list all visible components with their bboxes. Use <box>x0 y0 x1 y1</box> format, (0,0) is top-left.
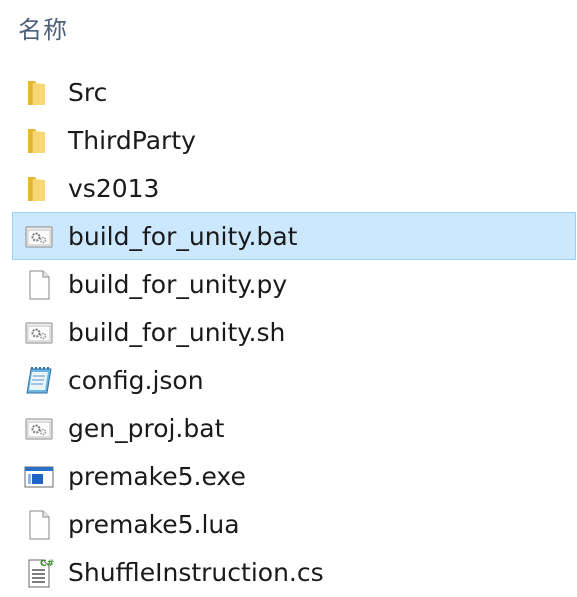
file-row-shuffleinstruction-cs[interactable]: C# ShuffleInstruction.cs <box>12 548 576 596</box>
file-name: ThirdParty <box>68 126 196 155</box>
file-row-vs2013[interactable]: vs2013 <box>12 164 576 212</box>
column-header: 名称 ^ <box>0 0 577 50</box>
folder-icon <box>23 173 55 205</box>
file-row-build-for-unity-py[interactable]: build_for_unity.py <box>12 260 576 308</box>
file-row-src[interactable]: Src <box>12 68 576 116</box>
executable-file-icon <box>23 461 55 493</box>
file-name: ShuffleInstruction.cs <box>68 558 324 587</box>
folder-icon <box>23 77 55 109</box>
file-name: build_for_unity.bat <box>68 222 298 251</box>
file-row-build-for-unity-bat[interactable]: build_for_unity.bat <box>12 212 576 260</box>
batch-file-icon <box>23 317 55 349</box>
file-row-premake5-lua[interactable]: premake5.lua <box>12 500 576 548</box>
file-row-thirdparty[interactable]: ThirdParty <box>12 116 576 164</box>
sort-indicator-icon: ^ <box>289 0 301 10</box>
file-name: build_for_unity.py <box>68 270 288 299</box>
name-column-header[interactable]: 名称 <box>18 10 68 45</box>
file-name: Src <box>68 78 108 107</box>
batch-file-icon <box>23 221 55 253</box>
file-row-gen-proj-bat[interactable]: gen_proj.bat <box>12 404 576 452</box>
file-name: config.json <box>68 366 204 395</box>
file-row-config-json[interactable]: config.json <box>12 356 576 404</box>
csharp-file-icon: C# <box>23 557 55 589</box>
file-name: vs2013 <box>68 174 160 203</box>
blank-file-icon <box>23 269 55 301</box>
folder-icon <box>23 125 55 157</box>
file-name: build_for_unity.sh <box>68 318 286 347</box>
blank-file-icon <box>23 509 55 541</box>
notepad-file-icon <box>23 365 55 397</box>
file-name: premake5.exe <box>68 462 246 491</box>
file-row-build-for-unity-sh[interactable]: build_for_unity.sh <box>12 308 576 356</box>
batch-file-icon <box>23 413 55 445</box>
file-name: gen_proj.bat <box>68 414 225 443</box>
file-name: premake5.lua <box>68 510 240 539</box>
file-row-premake5-exe[interactable]: premake5.exe <box>12 452 576 500</box>
svg-text:C#: C# <box>40 559 54 569</box>
